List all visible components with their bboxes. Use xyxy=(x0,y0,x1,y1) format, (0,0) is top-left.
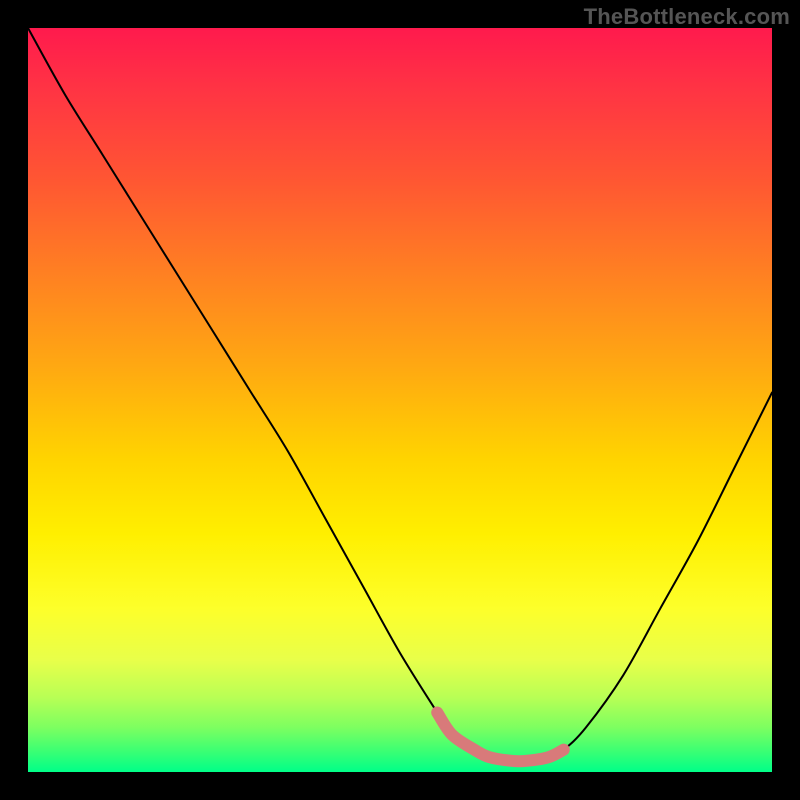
plot-area xyxy=(28,28,772,772)
highlight-curve xyxy=(437,713,564,762)
curve-layer xyxy=(28,28,772,772)
bottleneck-curve xyxy=(28,28,772,761)
chart-frame: TheBottleneck.com xyxy=(0,0,800,800)
watermark-text: TheBottleneck.com xyxy=(584,4,790,30)
